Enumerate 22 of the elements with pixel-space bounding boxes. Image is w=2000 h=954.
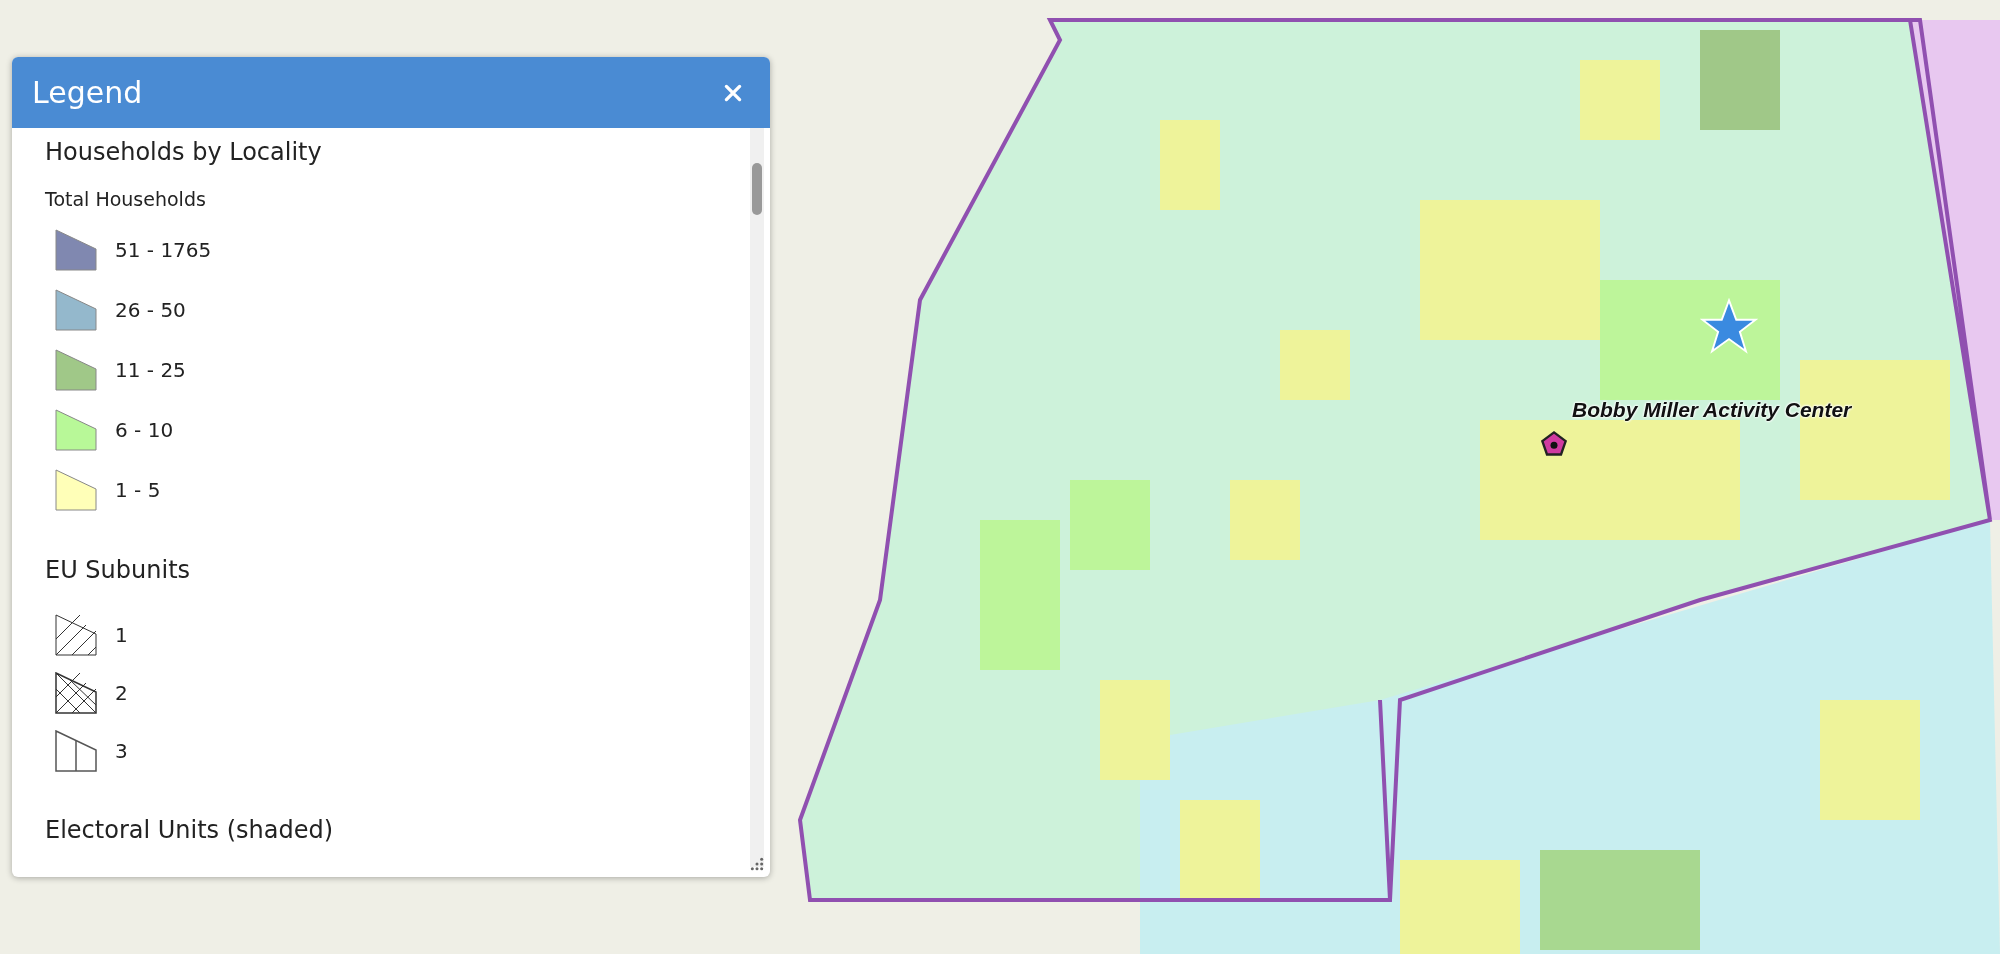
hatch-pattern-icon bbox=[55, 614, 97, 656]
legend-label: 3 bbox=[115, 739, 128, 763]
section-subtitle: Total Households bbox=[45, 188, 207, 210]
section-title: EU Subunits bbox=[45, 556, 192, 584]
legend-label: 6 - 10 bbox=[115, 418, 174, 442]
legend-label: 11 - 25 bbox=[115, 358, 186, 382]
legend-label: 1 bbox=[115, 623, 128, 647]
section-title: Electoral Units (shaded) bbox=[45, 816, 335, 844]
crosshatch-pattern-icon bbox=[55, 672, 97, 714]
legend-label: 2 bbox=[115, 681, 128, 705]
locality-area bbox=[1280, 330, 1350, 400]
resize-grip-icon[interactable] bbox=[750, 857, 764, 871]
star-icon[interactable] bbox=[1700, 298, 1758, 356]
legend-label: 1 - 5 bbox=[115, 478, 161, 502]
legend-title: Legend bbox=[32, 75, 143, 110]
legend-label: 26 - 50 bbox=[115, 298, 186, 322]
legend-label: 51 - 1765 bbox=[115, 238, 212, 262]
scrollbar[interactable] bbox=[750, 128, 764, 867]
section-title: Households by Locality bbox=[45, 138, 323, 166]
pentagon-marker-icon[interactable] bbox=[1540, 430, 1568, 458]
place-label: Bobby Miller Activity Center bbox=[1572, 398, 1852, 422]
split-pattern-icon bbox=[55, 730, 97, 772]
